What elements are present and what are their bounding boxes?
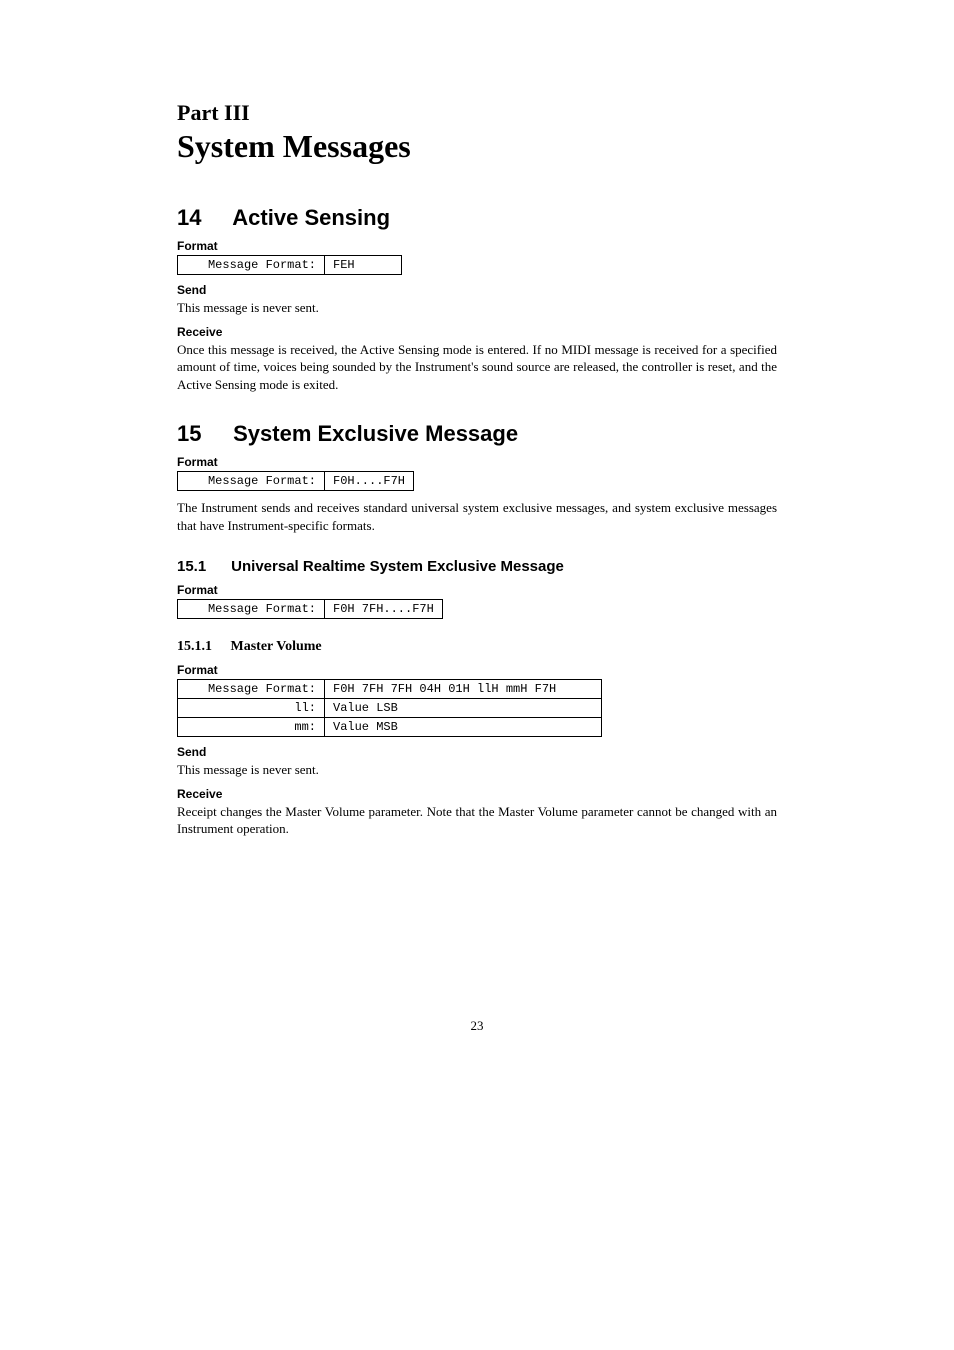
section-15-1-heading: 15.1 Universal Realtime System Exclusive… [177,558,777,575]
table-cell-val: F0H 7FH 7FH 04H 01H llH mmH F7H [325,680,602,699]
section-15-1-1-heading: 15.1.1 Master Volume [177,639,777,655]
section-title: Active Sensing [232,205,390,230]
receive-label: Receive [177,325,777,339]
intro-text: The Instrument sends and receives standa… [177,499,777,534]
table-cell-key: Message Format: [178,680,325,699]
section-title: Master Volume [231,639,322,654]
format-label: Format [177,455,777,469]
format-label: Format [177,583,777,597]
receive-text: Receipt changes the Master Volume parame… [177,803,777,838]
send-text: This message is never sent. [177,761,777,779]
table-cell-val: F0H 7FH....F7H [325,600,443,619]
section-number: 15.1.1 [177,639,227,655]
part-title: System Messages [177,128,777,165]
section-14-heading: 14 Active Sensing [177,205,777,231]
table-cell-val: Value LSB [325,699,602,718]
send-text: This message is never sent. [177,299,777,317]
format-table-14: Message Format: FEH [177,255,402,275]
section-15-heading: 15 System Exclusive Message [177,421,777,447]
section-number: 15.1 [177,558,227,575]
section-title: System Exclusive Message [233,421,518,446]
table-row: Message Format: F0H....F7H [178,472,414,491]
page: Part III System Messages 14 Active Sensi… [87,0,867,1074]
receive-text: Once this message is received, the Activ… [177,341,777,394]
table-cell-key: Message Format: [178,256,325,275]
table-row: ll: Value LSB [178,699,602,718]
receive-label: Receive [177,787,777,801]
table-row: mm: Value MSB [178,718,602,737]
format-table-15-1: Message Format: F0H 7FH....F7H [177,599,443,619]
send-label: Send [177,283,777,297]
table-cell-key: Message Format: [178,472,325,491]
table-cell-val: FEH [325,256,402,275]
format-label: Format [177,663,777,677]
table-row: Message Format: F0H 7FH 7FH 04H 01H llH … [178,680,602,699]
format-table-15-1-1: Message Format: F0H 7FH 7FH 04H 01H llH … [177,679,602,737]
send-label: Send [177,745,777,759]
section-title: Universal Realtime System Exclusive Mess… [231,558,564,575]
table-cell-val: Value MSB [325,718,602,737]
table-cell-key: Message Format: [178,600,325,619]
table-row: Message Format: FEH [178,256,402,275]
table-row: Message Format: F0H 7FH....F7H [178,600,443,619]
table-cell-key: ll: [178,699,325,718]
table-cell-key: mm: [178,718,325,737]
part-label: Part III [177,100,777,126]
format-table-15: Message Format: F0H....F7H [177,471,414,491]
page-number: 23 [177,1018,777,1034]
table-cell-val: F0H....F7H [325,472,414,491]
section-number: 15 [177,421,227,447]
section-number: 14 [177,205,227,231]
format-label: Format [177,239,777,253]
